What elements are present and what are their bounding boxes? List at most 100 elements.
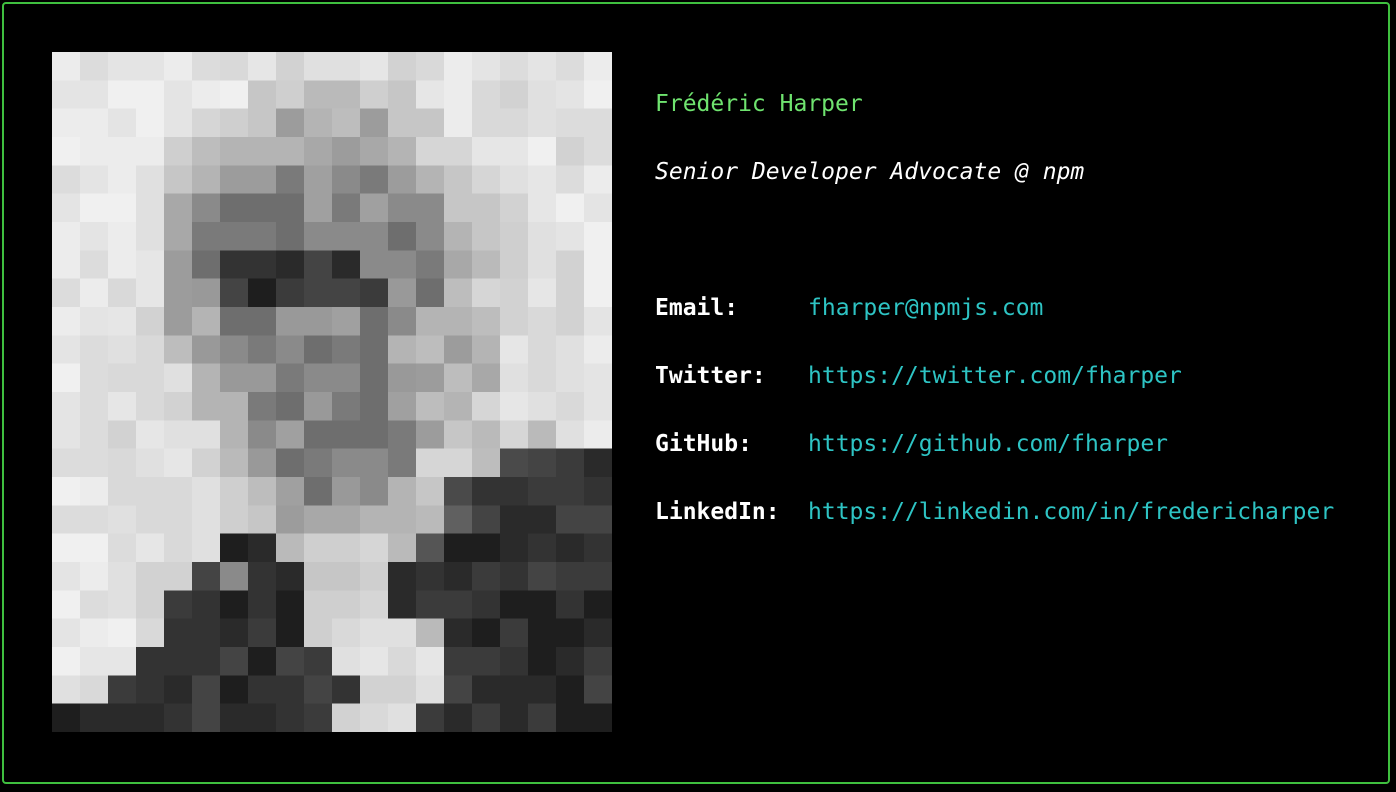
portrait-pixel — [584, 505, 612, 535]
email-link[interactable]: fharper@npmjs.com — [808, 292, 1043, 324]
portrait-pixel — [444, 505, 473, 535]
portrait-pixel — [192, 108, 221, 138]
portrait-pixel — [276, 193, 305, 223]
portrait-pixel — [388, 52, 417, 81]
portrait-pixel — [388, 363, 417, 393]
portrait-pixel — [276, 647, 305, 676]
portrait-pixel — [220, 80, 249, 110]
portrait-pixel — [192, 562, 221, 591]
github-link[interactable]: https://github.com/fharper — [808, 428, 1168, 460]
portrait-pixel — [444, 165, 473, 195]
portrait-pixel — [80, 363, 109, 393]
portrait-pixel — [332, 477, 361, 506]
twitter-link[interactable]: https://twitter.com/fharper — [808, 360, 1182, 392]
portrait-pixel — [108, 533, 137, 563]
portrait-pixel — [304, 165, 333, 195]
portrait-pixel — [304, 448, 333, 478]
portrait-pixel — [332, 137, 361, 166]
portrait-pixel — [416, 137, 445, 166]
portrait-pixel — [444, 533, 473, 563]
portrait-pixel — [108, 505, 137, 535]
portrait-pixel — [584, 278, 612, 308]
portrait-pixel — [164, 392, 193, 421]
portrait-pixel — [248, 590, 277, 620]
portrait-pixel — [220, 562, 249, 591]
portrait-pixel — [248, 477, 277, 506]
portrait-pixel — [108, 165, 137, 195]
portrait-pixel — [360, 363, 389, 393]
portrait-pixel — [416, 307, 445, 336]
portrait-pixel — [472, 533, 501, 563]
portrait-pixel — [164, 420, 193, 450]
portrait-pixel — [164, 193, 193, 223]
portrait-pixel — [584, 108, 612, 138]
portrait-pixel — [80, 335, 109, 365]
portrait-pixel — [52, 477, 81, 506]
portrait-pixel — [472, 108, 501, 138]
portrait-pixel — [584, 533, 612, 563]
portrait-pixel — [304, 675, 333, 705]
portrait-pixel — [444, 363, 473, 393]
portrait-pixel — [52, 193, 81, 223]
portrait-pixel — [444, 703, 473, 732]
portrait-pixel — [304, 222, 333, 251]
portrait-pixel — [80, 448, 109, 478]
portrait-pixel — [80, 647, 109, 676]
portrait-pixel — [416, 675, 445, 705]
portrait-pixel — [500, 618, 529, 648]
portrait-pixel — [108, 363, 137, 393]
portrait-pixel — [388, 108, 417, 138]
portrait-pixel — [304, 278, 333, 308]
portrait-pixel — [500, 590, 529, 620]
portrait-pixel — [584, 647, 612, 676]
portrait-pixel — [136, 448, 165, 478]
linkedin-link[interactable]: https://linkedin.com/in/fredericharper — [808, 496, 1334, 528]
portrait-pixel — [500, 193, 529, 223]
portrait-pixel — [276, 505, 305, 535]
portrait-pixel — [500, 392, 529, 421]
portrait-pixel — [192, 52, 221, 81]
portrait-pixel — [276, 703, 305, 732]
portrait-pixel — [556, 222, 585, 251]
portrait-pixel — [388, 477, 417, 506]
portrait-pixel — [276, 250, 305, 280]
portrait-pixel — [528, 703, 557, 732]
portrait-pixel — [220, 703, 249, 732]
portrait-pixel — [556, 335, 585, 365]
portrait-pixel — [332, 250, 361, 280]
portrait-pixel — [304, 647, 333, 676]
portrait-pixel — [360, 108, 389, 138]
portrait-pixel — [276, 307, 305, 336]
portrait-pixel — [332, 392, 361, 421]
portrait-pixel — [528, 618, 557, 648]
portrait-pixel — [528, 335, 557, 365]
portrait-pixel — [584, 80, 612, 110]
portrait-pixel — [528, 278, 557, 308]
portrait-pixel — [52, 533, 81, 563]
portrait-pixel — [332, 420, 361, 450]
portrait-pixel — [332, 108, 361, 138]
portrait-pixel — [500, 278, 529, 308]
portrait-pixel — [248, 392, 277, 421]
portrait-pixel — [220, 590, 249, 620]
portrait-pixel — [220, 278, 249, 308]
portrait-pixel — [444, 448, 473, 478]
portrait-pixel — [500, 420, 529, 450]
portrait-pixel — [136, 590, 165, 620]
portrait-pixel — [276, 165, 305, 195]
github-label: GitHub: — [655, 431, 752, 457]
portrait-pixel — [304, 420, 333, 450]
portrait-pixel — [52, 108, 81, 138]
portrait-pixel — [108, 108, 137, 138]
portrait-pixel — [248, 52, 277, 81]
portrait-pixel — [52, 448, 81, 478]
portrait-pixel — [360, 618, 389, 648]
portrait-pixel — [360, 250, 389, 280]
portrait-pixel — [416, 278, 445, 308]
portrait-pixel — [388, 448, 417, 478]
portrait-pixel — [248, 533, 277, 563]
portrait-pixel — [556, 703, 585, 732]
profile-photo — [52, 52, 612, 732]
portrait-pixel — [248, 222, 277, 251]
portrait-pixel — [164, 80, 193, 110]
